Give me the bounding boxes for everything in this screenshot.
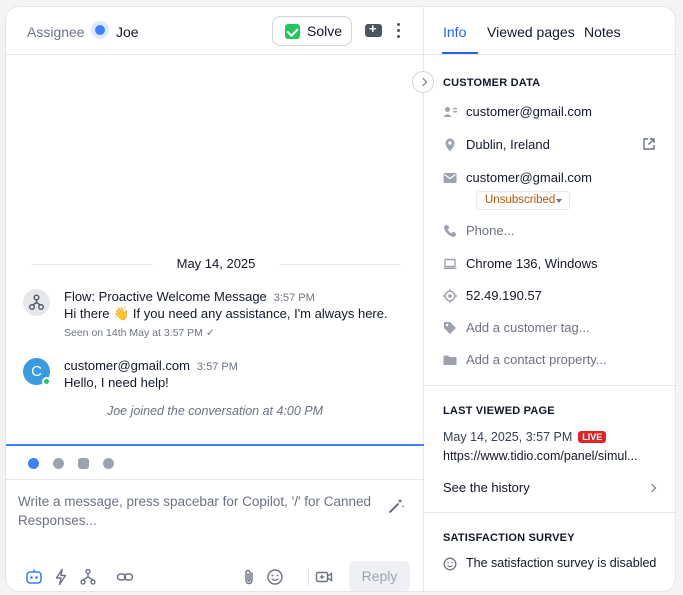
survey-status: The satisfaction survey is disabled bbox=[466, 556, 657, 570]
tag-icon bbox=[444, 322, 456, 334]
sidebar-tabs: Info Viewed pages Notes bbox=[424, 7, 675, 55]
conversation-window: Assignee Joe Solve May 14, 2025 bbox=[5, 6, 676, 592]
check-icon bbox=[285, 23, 300, 39]
crosshair-icon bbox=[443, 289, 457, 303]
phone-row: Phone... bbox=[443, 222, 663, 240]
tab-notes[interactable]: Notes bbox=[584, 24, 621, 40]
toolbar-divider bbox=[308, 568, 309, 586]
emoji-icon[interactable] bbox=[266, 568, 284, 586]
folder-icon bbox=[443, 355, 457, 365]
info-sidebar: Info Viewed pages Notes CUSTOMER DATA cu… bbox=[424, 7, 675, 591]
section-divider bbox=[424, 512, 675, 513]
system-note: Joe joined the conversation at 4:00 PM bbox=[106, 404, 324, 418]
customer-email[interactable]: customer@gmail.com bbox=[466, 170, 592, 185]
date-label: May 14, 2025 bbox=[176, 256, 256, 271]
message-sender: customer@gmail.com 3:57 PM bbox=[64, 358, 238, 373]
link-icon[interactable] bbox=[116, 568, 134, 586]
phone-icon bbox=[444, 225, 456, 237]
solve-label: Solve bbox=[307, 23, 343, 39]
customer-name-row: customer@gmail.com bbox=[443, 103, 663, 121]
tab-viewed-pages[interactable]: Viewed pages bbox=[487, 24, 575, 40]
conversation-pane: Assignee Joe Solve May 14, 2025 bbox=[6, 7, 424, 591]
flow-icon bbox=[28, 294, 44, 310]
last-viewed-datetime: May 14, 2025, 3:57 PM LIVE bbox=[443, 430, 607, 444]
more-options-icon[interactable] bbox=[392, 21, 404, 41]
magic-wand-icon[interactable] bbox=[387, 497, 405, 515]
customer-location: Dublin, Ireland bbox=[466, 137, 550, 152]
assignee-avatar[interactable] bbox=[91, 21, 109, 39]
messenger-icon[interactable] bbox=[53, 458, 64, 469]
envelope-icon bbox=[443, 173, 457, 183]
email-row: customer@gmail.com bbox=[443, 169, 663, 187]
flow-avatar bbox=[23, 289, 50, 316]
external-link-icon[interactable] bbox=[642, 137, 656, 151]
assignee-label: Assignee bbox=[27, 24, 85, 40]
copilot-bot-icon[interactable] bbox=[25, 568, 43, 586]
subscription-status-dropdown[interactable]: Unsubscribed bbox=[476, 191, 570, 210]
see-history-label: See the history bbox=[443, 480, 530, 495]
laptop-icon bbox=[443, 258, 457, 269]
add-contact-property[interactable]: Add a contact property... bbox=[466, 352, 607, 367]
assignee-name[interactable]: Joe bbox=[116, 24, 139, 40]
customer-browser: Chrome 136, Windows bbox=[466, 256, 598, 271]
add-customer-tag[interactable]: Add a customer tag... bbox=[466, 320, 590, 335]
contact-card-icon bbox=[443, 107, 457, 117]
conversation-header: Assignee Joe Solve bbox=[6, 7, 424, 55]
see-history-link[interactable]: See the history bbox=[443, 480, 659, 498]
ip-row: 52.49.190.57 bbox=[443, 287, 663, 305]
message-time: 3:57 PM bbox=[196, 361, 238, 373]
instagram-icon[interactable] bbox=[78, 458, 89, 469]
message-sender: Flow: Proactive Welcome Message 3:57 PM bbox=[64, 289, 315, 304]
paperclip-icon[interactable] bbox=[240, 568, 258, 586]
solve-button[interactable]: Solve bbox=[272, 16, 352, 46]
property-row: Add a contact property... bbox=[443, 351, 663, 369]
video-call-icon[interactable] bbox=[315, 568, 333, 586]
phone-field[interactable]: Phone... bbox=[466, 223, 514, 238]
message-customer: C customer@gmail.com 3:57 PM Hello, I nee… bbox=[23, 358, 413, 398]
customer-data-title: CUSTOMER DATA bbox=[443, 77, 541, 89]
message-time: 3:57 PM bbox=[273, 292, 315, 304]
create-ticket-icon[interactable] bbox=[365, 21, 382, 37]
last-viewed-url[interactable]: https://www.tidio.com/panel/simul... bbox=[443, 449, 638, 463]
last-viewed-title: LAST VIEWED PAGE bbox=[443, 405, 555, 417]
tag-row: Add a customer tag... bbox=[443, 319, 663, 337]
customer-ip: 52.49.190.57 bbox=[466, 288, 542, 303]
message-input[interactable] bbox=[18, 492, 378, 536]
reply-button[interactable]: Reply bbox=[349, 561, 410, 591]
flow-icon[interactable] bbox=[79, 568, 97, 586]
seen-status: Seen on 14th May at 3:57 PM ✓ bbox=[64, 327, 215, 339]
survey-title: SATISFACTION SURVEY bbox=[443, 532, 575, 544]
chevron-right-icon bbox=[647, 483, 657, 493]
collapse-sidebar-button[interactable] bbox=[412, 71, 434, 93]
message-text: Hello, I need help! bbox=[64, 375, 169, 390]
section-divider bbox=[424, 385, 675, 386]
message-composer: Reply bbox=[6, 444, 424, 591]
live-badge: LIVE bbox=[578, 431, 607, 443]
location-pin-icon bbox=[445, 138, 455, 152]
whatsapp-icon[interactable] bbox=[103, 458, 114, 469]
date-separator: May 14, 2025 bbox=[31, 256, 401, 272]
message-text: Hi there 👋 If you need any assistance, I… bbox=[64, 306, 388, 321]
active-tab-indicator bbox=[442, 52, 478, 54]
tab-info[interactable]: Info bbox=[443, 24, 466, 40]
online-status-dot bbox=[42, 377, 51, 386]
customer-name[interactable]: customer@gmail.com bbox=[466, 104, 592, 119]
lightning-icon[interactable] bbox=[52, 568, 70, 586]
location-row: Dublin, Ireland bbox=[443, 136, 663, 154]
message-flow: Flow: Proactive Welcome Message 3:57 PM H… bbox=[23, 289, 413, 341]
smiley-icon bbox=[443, 557, 457, 571]
survey-row: The satisfaction survey is disabled bbox=[443, 555, 663, 573]
browser-row: Chrome 136, Windows bbox=[443, 255, 663, 273]
tidio-chat-icon[interactable] bbox=[28, 458, 39, 469]
channel-switcher bbox=[6, 446, 424, 480]
